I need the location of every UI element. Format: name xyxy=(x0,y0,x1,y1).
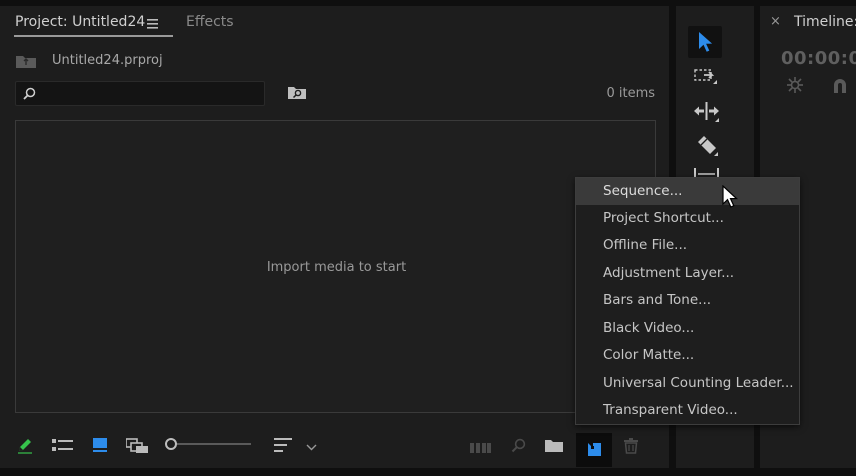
search-input[interactable] xyxy=(38,84,258,103)
new-item-menu: Sequence... Project Shortcut... Offline … xyxy=(575,177,800,425)
search-bin-icon[interactable] xyxy=(287,85,307,100)
search-icon xyxy=(23,87,36,100)
selection-tool[interactable] xyxy=(688,26,722,58)
find-icon[interactable] xyxy=(511,438,526,453)
project-file-name: Untitled24.prproj xyxy=(52,53,163,68)
zoom-slider-knob[interactable] xyxy=(165,438,177,450)
menu-item-sequence[interactable]: Sequence... xyxy=(576,178,799,205)
sort-icon[interactable] xyxy=(274,438,294,452)
timecode-display[interactable]: 00:00:00 xyxy=(781,48,856,69)
menu-item-adjustment-layer[interactable]: Adjustment Layer... xyxy=(576,260,799,287)
freeform-view-icon[interactable] xyxy=(126,438,151,454)
timeline-title: Timeline: xyxy=(794,14,856,30)
icon-view-icon[interactable] xyxy=(93,438,108,452)
chevron-down-icon[interactable] xyxy=(306,444,317,451)
panel-menu-icon[interactable] xyxy=(147,19,158,29)
list-view-icon[interactable] xyxy=(52,438,74,452)
mouse-cursor-icon xyxy=(722,184,739,213)
ripple-edit-tool[interactable] xyxy=(688,96,722,128)
close-icon[interactable]: × xyxy=(770,14,781,29)
pencil-icon[interactable] xyxy=(16,436,34,454)
menu-item-transparent-video[interactable]: Transparent Video... xyxy=(576,397,799,424)
new-bin-icon[interactable] xyxy=(545,439,564,453)
project-folder-icon xyxy=(15,53,37,69)
active-tab-indicator xyxy=(14,35,173,37)
menu-item-offline-file[interactable]: Offline File... xyxy=(576,232,799,259)
automate-to-sequence-icon[interactable] xyxy=(470,440,492,454)
import-media-message: Import media to start xyxy=(266,260,407,275)
snap-magnet-icon[interactable] xyxy=(832,77,848,94)
selection-tool-icon xyxy=(698,31,714,53)
ripple-edit-tool-icon xyxy=(693,101,721,123)
trash-icon[interactable] xyxy=(624,438,638,454)
menu-item-project-shortcut[interactable]: Project Shortcut... xyxy=(576,205,799,232)
menu-item-universal-counting-leader[interactable]: Universal Counting Leader... xyxy=(576,370,799,397)
tab-project[interactable]: Project: Untitled24 xyxy=(15,14,145,30)
zoom-slider-track[interactable] xyxy=(177,443,251,445)
track-select-tool[interactable] xyxy=(688,62,722,94)
project-panel: Project: Untitled24 Effects Untitled24.p… xyxy=(0,6,669,468)
track-select-tool-icon xyxy=(694,67,720,89)
razor-tool-icon xyxy=(695,135,719,157)
new-item-icon xyxy=(588,443,602,457)
razor-tool[interactable] xyxy=(688,130,722,162)
menu-item-bars-and-tone[interactable]: Bars and Tone... xyxy=(576,287,799,314)
nest-icon[interactable] xyxy=(785,76,805,94)
new-item-button[interactable] xyxy=(576,433,612,467)
search-box[interactable] xyxy=(15,81,265,106)
media-bin-area[interactable]: Import media to start xyxy=(15,120,656,413)
items-count: 0 items xyxy=(606,86,655,101)
menu-item-color-matte[interactable]: Color Matte... xyxy=(576,342,799,369)
menu-item-black-video[interactable]: Black Video... xyxy=(576,315,799,342)
tab-effects[interactable]: Effects xyxy=(186,14,234,30)
